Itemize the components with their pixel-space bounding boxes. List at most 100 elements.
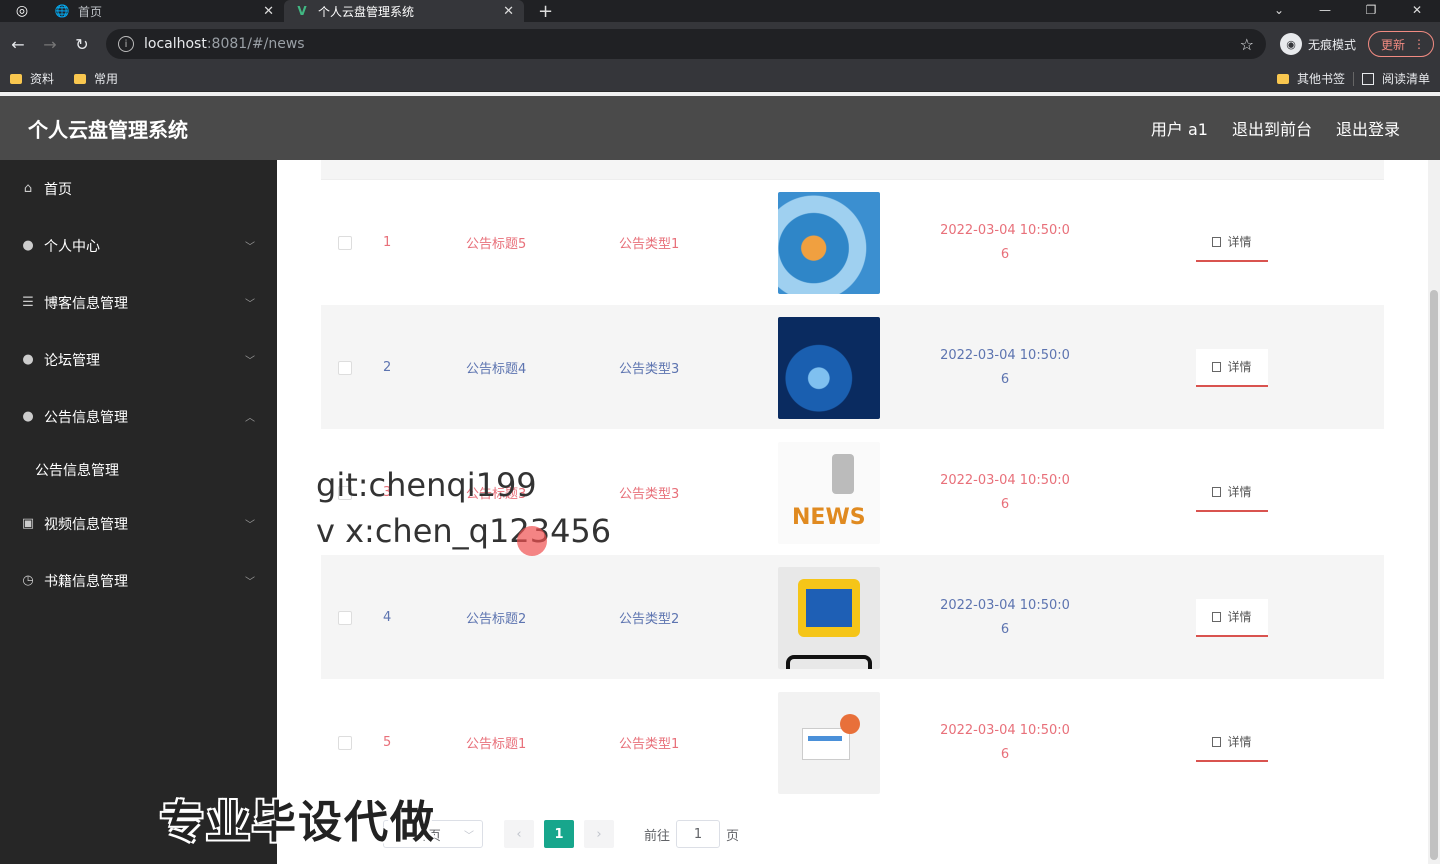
row-checkbox-cell [338, 305, 352, 430]
chevron-down-icon: ﹀ [245, 356, 255, 367]
reading-list[interactable]: 阅读清单 [1382, 70, 1430, 87]
chevron-down-icon: ﹀ [464, 830, 474, 842]
back-to-front-link[interactable]: 退出到前台 [1232, 116, 1312, 140]
row-time: 2022-03-04 10:50:0 6 [925, 305, 1085, 430]
bookmark-label: 资料 [30, 72, 55, 86]
list-icon: ☰ [22, 295, 34, 310]
row-title: 公告标题4 [466, 362, 527, 377]
table-row: 2 公告标题4 公告类型3 2022-03-04 10:50:0 6 详情 [321, 305, 1384, 430]
app-title: 个人云盘管理系统 [28, 117, 188, 142]
close-tab-icon[interactable]: ✕ [503, 4, 514, 19]
sidebar-item-forum[interactable]: ● 论坛管理 ﹀ [0, 331, 277, 388]
sidebar-item-profile[interactable]: ● 个人中心 ﹀ [0, 217, 277, 274]
update-label: 更新 [1381, 37, 1406, 52]
row-time-line1: 2022-03-04 10:50:0 [940, 347, 1070, 363]
forward-icon[interactable]: → [34, 35, 66, 54]
sidebar-item-label: 博客信息管理 [44, 295, 128, 312]
chevron-down-icon: ﹀ [245, 577, 255, 588]
browser-tab-app[interactable]: V 个人云盘管理系统 ✕ [284, 0, 524, 22]
sidebar-item-notice[interactable]: ● 公告信息管理 ︿ [0, 388, 277, 445]
row-checkbox[interactable] [338, 735, 352, 750]
new-tab-icon[interactable]: + [538, 1, 553, 22]
other-bookmarks[interactable]: 其他书签 [1297, 70, 1345, 87]
url-field[interactable]: i localhost:8081/#/news ☆ [106, 29, 1266, 59]
detail-button[interactable]: 详情 [1196, 473, 1268, 512]
sidebar-item-books[interactable]: ◷ 书籍信息管理 ﹀ [0, 552, 277, 609]
update-button[interactable]: 更新 ⋮ [1368, 31, 1435, 57]
detail-button[interactable]: 详情 [1196, 348, 1268, 387]
user-icon: ● [22, 409, 34, 424]
logout-link[interactable]: 退出登录 [1336, 116, 1400, 140]
incognito-indicator[interactable]: ◉ 无痕模式 [1280, 33, 1356, 55]
row-action-cell: 详情 [1196, 680, 1268, 805]
incognito-icon: ◉ [1280, 33, 1302, 55]
row-time-line2: 6 [1000, 746, 1010, 762]
close-tab-icon[interactable]: ✕ [263, 4, 274, 19]
row-image-cell: NEWS [778, 430, 880, 555]
row-time-line1: 2022-03-04 10:50:0 [940, 722, 1070, 738]
scrollbar-thumb[interactable] [1430, 290, 1438, 860]
goto-page-input[interactable] [676, 820, 721, 848]
page-number-active[interactable]: 1 [544, 820, 574, 848]
browser-tab-home[interactable]: 🌐 首页 ✕ [44, 0, 284, 22]
chevron-up-icon: ︿ [245, 413, 255, 424]
row-checkbox[interactable] [338, 360, 352, 375]
vertical-scrollbar[interactable] [1428, 160, 1440, 864]
goto-suffix: 页 [726, 828, 740, 844]
info-icon[interactable]: i [118, 36, 134, 52]
row-type: 公告类型1 [619, 237, 680, 252]
prev-page-button[interactable]: ‹ [504, 820, 534, 848]
restore-icon[interactable]: ❐ [1348, 0, 1394, 22]
url-rest: :8081/#/news [206, 36, 305, 52]
contact-watermark: git:chenqi199 v x:chen_q123456 [316, 462, 611, 554]
chrome-icon[interactable]: ◎ [0, 0, 44, 22]
goto-page: 前往 页 [644, 820, 739, 848]
bookmark-folder[interactable]: 资料 [10, 70, 54, 87]
globe-icon: 🌐 [54, 4, 70, 18]
user-label: 用户 a1 [1150, 120, 1208, 139]
bookmarks-right: 其他书签 阅读清单 [1276, 70, 1430, 87]
detail-button[interactable]: 详情 [1196, 223, 1268, 262]
detail-label: 详情 [1227, 610, 1252, 624]
table-row: 5 公告标题1 公告类型1 2022-03-04 10:50:0 6 详情 [321, 680, 1384, 805]
next-page-button[interactable]: › [584, 820, 614, 848]
back-icon[interactable]: ← [2, 35, 34, 54]
promo-watermark: 专业毕设代做 [160, 797, 436, 848]
row-checkbox-cell [338, 180, 352, 305]
cursor-highlight [517, 526, 547, 556]
sidebar-subitem-notice[interactable]: 公告信息管理 [0, 445, 277, 495]
reload-icon[interactable]: ↻ [66, 35, 98, 54]
row-checkbox[interactable] [338, 610, 352, 625]
bookmark-folder[interactable]: 常用 [74, 70, 118, 87]
kebab-menu-icon: ⋮ [1413, 37, 1426, 51]
document-icon [1212, 486, 1222, 497]
table-row: 4 公告标题2 公告类型2 2022-03-04 10:50:0 6 详情 [321, 555, 1384, 680]
bookmark-star-icon[interactable]: ☆ [1240, 35, 1254, 54]
header-links: 用户 a1 退出到前台 退出登录 [1151, 116, 1400, 140]
chevron-down-icon: ﹀ [245, 299, 255, 310]
close-window-icon[interactable]: ✕ [1394, 0, 1440, 22]
reading-list-icon [1361, 72, 1374, 85]
minimize-icon[interactable]: — [1302, 0, 1348, 22]
tab-search-icon[interactable]: ⌄ [1256, 0, 1302, 22]
detail-button[interactable]: 详情 [1196, 723, 1268, 762]
row-type: 公告类型1 [619, 737, 680, 752]
sidebar-item-label: 个人中心 [44, 238, 100, 255]
detail-label: 详情 [1227, 485, 1252, 499]
detail-button[interactable]: 详情 [1196, 598, 1268, 637]
detail-label: 详情 [1227, 235, 1252, 249]
row-checkbox[interactable] [338, 235, 352, 250]
row-image-cell [778, 555, 880, 680]
vue-icon: V [297, 4, 307, 18]
row-time-line1: 2022-03-04 10:50:0 [940, 597, 1070, 613]
row-index: 4 [383, 610, 392, 625]
row-image-cell [778, 305, 880, 430]
sidebar-item-blog[interactable]: ☰ 博客信息管理 ﹀ [0, 274, 277, 331]
sidebar-item-video[interactable]: ▣ 视频信息管理 ﹀ [0, 495, 277, 552]
sidebar: ⌂ 首页 ● 个人中心 ﹀ ☰ 博客信息管理 ﹀ ● 论坛管理 ﹀ ● 公告信息… [0, 160, 277, 864]
sidebar-item-home[interactable]: ⌂ 首页 [0, 160, 277, 217]
tab-title: 首页 [78, 4, 103, 19]
sidebar-item-label: 论坛管理 [44, 352, 100, 369]
row-time-line1: 2022-03-04 10:50:0 [940, 472, 1070, 488]
row-time-line1: 2022-03-04 10:50:0 [940, 222, 1070, 238]
